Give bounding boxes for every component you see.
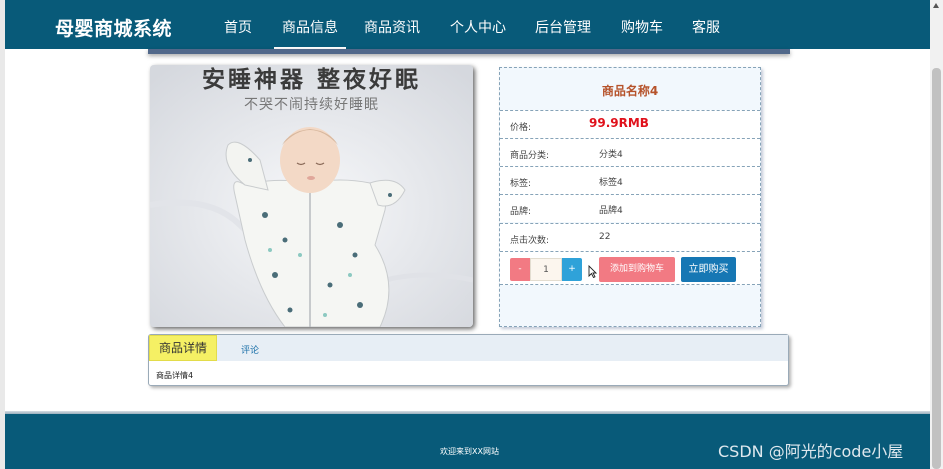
purchase-actions: - + 添加到购物车 立即购买: [500, 251, 760, 285]
image-headline: 安睡神器 整夜好眠: [201, 67, 421, 93]
price-row: 价格: 99.9RMB: [500, 110, 760, 138]
category-value: 分类4: [599, 150, 623, 160]
site-brand[interactable]: 母婴商城系统: [55, 14, 172, 41]
category-label: 商品分类:: [510, 151, 550, 161]
watermark: CSDN @阿光的code小屋: [718, 442, 904, 461]
nav-products[interactable]: 商品信息: [274, 17, 346, 49]
brand-value: 品牌4: [599, 206, 623, 216]
scroll-up-arrow-icon[interactable]: [933, 3, 939, 8]
nav-news[interactable]: 商品资讯: [364, 17, 420, 37]
nav-admin[interactable]: 后台管理: [535, 17, 591, 37]
nav-cart[interactable]: 购物车: [621, 17, 663, 37]
nav-customer-service[interactable]: 客服: [692, 17, 720, 37]
brand-label: 品牌:: [510, 207, 532, 217]
product-image: 安睡神器 整夜好眠 不哭不闹持续好睡眠: [150, 65, 473, 327]
tag-label: 标签:: [510, 179, 532, 189]
brand-row: 品牌: 品牌4: [500, 194, 760, 222]
header-banner-strip: [148, 49, 790, 54]
quantity-decrease-button[interactable]: -: [510, 258, 530, 281]
category-row: 商品分类: 分类4: [500, 138, 760, 166]
click-count-label: 点击次数:: [510, 236, 550, 246]
add-to-cart-button[interactable]: 添加到购物车: [599, 257, 675, 282]
price-label: 价格:: [510, 123, 532, 133]
product-name: 商品名称4: [601, 84, 659, 98]
nav-home[interactable]: 首页: [224, 17, 252, 37]
top-navbar: 母婴商城系统 首页 商品信息 商品资讯 个人中心 后台管理 购物车 客服: [5, 0, 930, 49]
mouse-cursor-icon: [588, 265, 597, 278]
vertical-scrollbar[interactable]: [930, 0, 943, 469]
tab-product-detail[interactable]: 商品详情: [149, 335, 217, 361]
tab-bar: 商品详情 评论: [149, 335, 788, 361]
price-value: 99.9RMB: [589, 116, 649, 130]
product-info-panel: 商品名称4 价格: 99.9RMB 商品分类: 分类4 标签: 标签4 品牌: …: [499, 67, 761, 327]
product-detail-tabs: 商品详情 评论 商品详情4: [148, 334, 789, 386]
product-detail-content: 商品详情4: [156, 371, 194, 380]
click-count-row: 点击次数: 22: [500, 223, 760, 251]
tag-row: 标签: 标签4: [500, 166, 760, 194]
click-count-value: 22: [599, 232, 611, 242]
tab-reviews[interactable]: 评论: [241, 343, 259, 356]
nav-personal-center[interactable]: 个人中心: [450, 17, 506, 37]
scrollbar-thumb[interactable]: [932, 68, 941, 469]
buy-now-button[interactable]: 立即购买: [681, 257, 736, 282]
image-subline: 不哭不闹持续好睡眠: [244, 97, 379, 113]
tag-value: 标签4: [599, 178, 623, 188]
quantity-increase-button[interactable]: +: [562, 258, 582, 281]
page: 母婴商城系统 首页 商品信息 商品资讯 个人中心 后台管理 购物车 客服 安睡神…: [5, 0, 930, 469]
quantity-input[interactable]: [530, 258, 562, 281]
footer-welcome-text: 欢迎来到XX网站: [440, 447, 499, 456]
